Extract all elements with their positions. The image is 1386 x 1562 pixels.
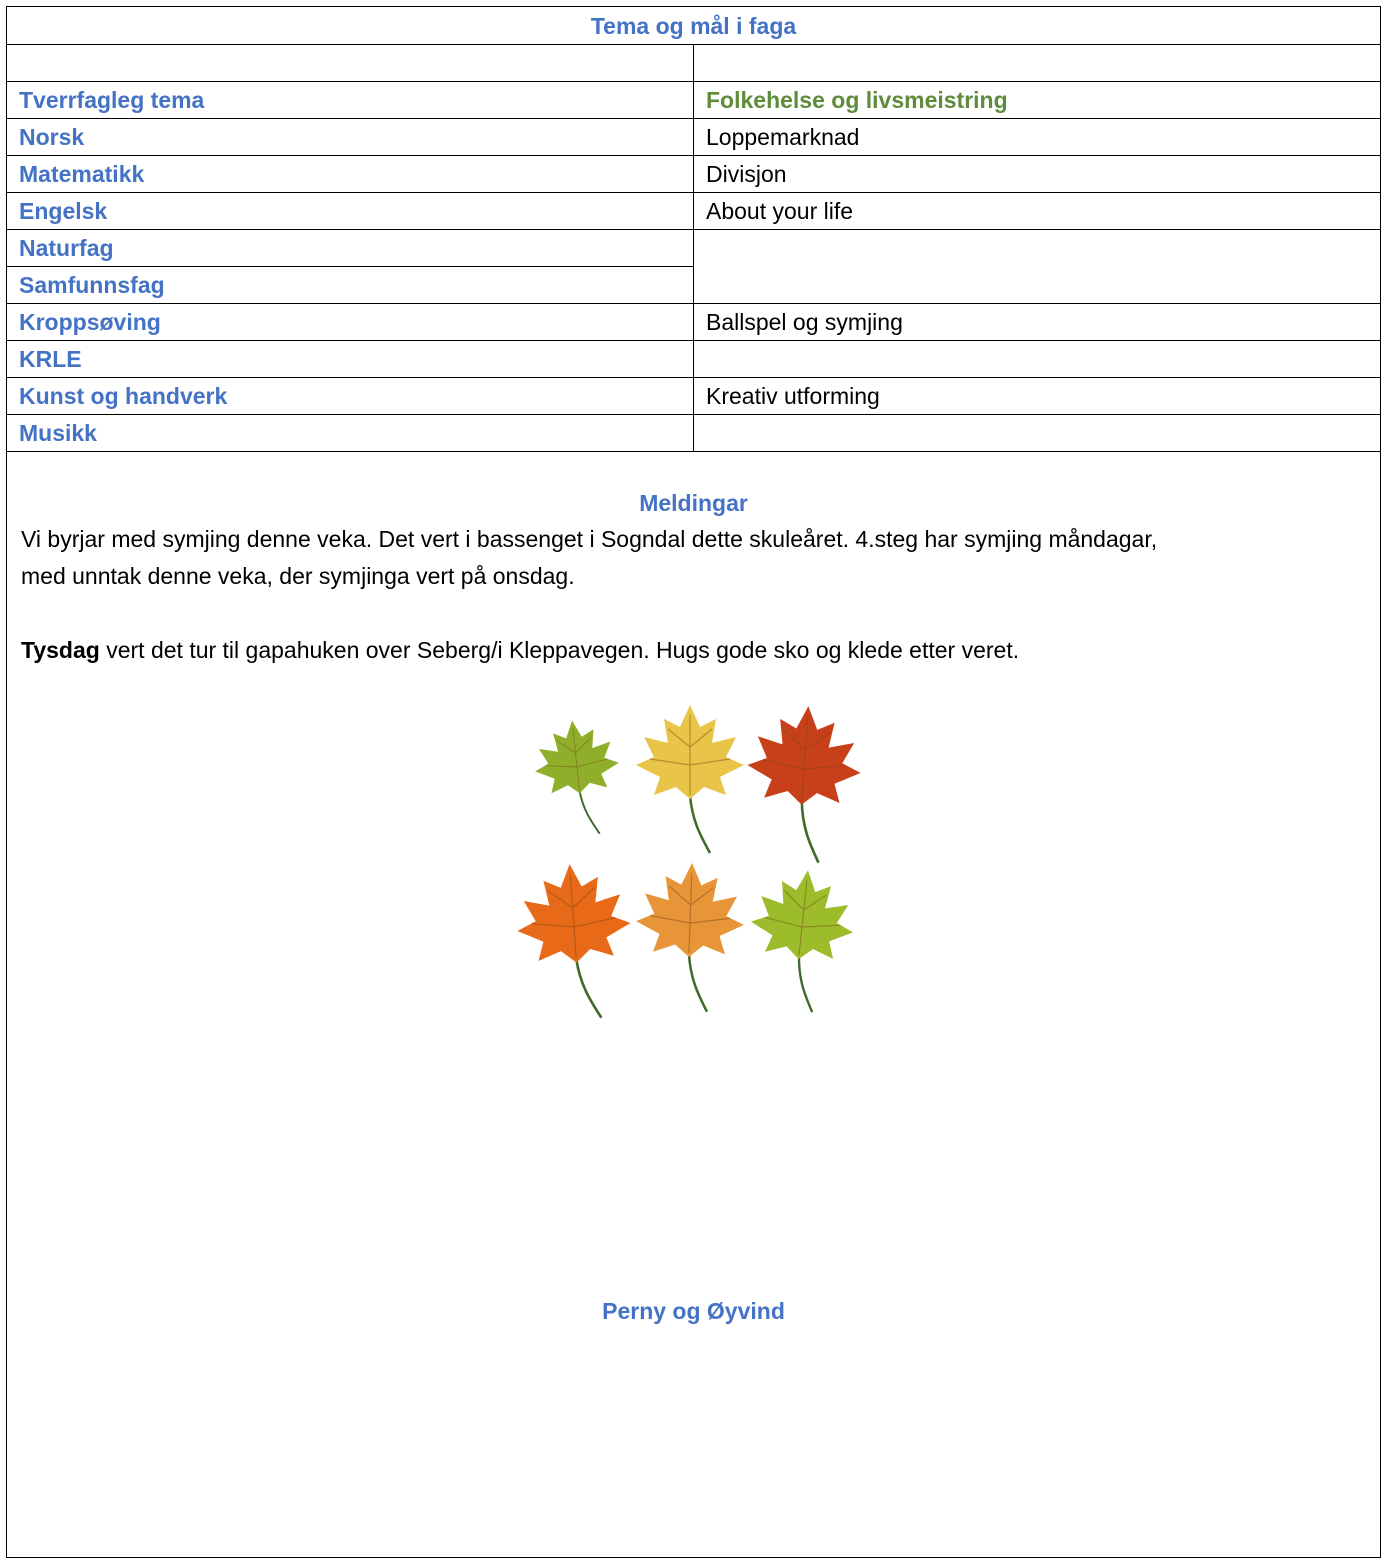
- leaf-1: [530, 716, 622, 835]
- leaf-6: [747, 864, 859, 1013]
- leaf-5: [634, 861, 747, 1013]
- subject-krle: KRLE: [7, 340, 694, 378]
- table-title: Tema og mål i faga: [7, 7, 1380, 45]
- goal-matematikk: Divisjon: [693, 155, 1380, 193]
- subject-matematikk: Matematikk: [7, 155, 694, 193]
- message-trip-text: vert det tur til gapahuken over Seberg/i…: [99, 637, 1020, 663]
- leaf-4: [513, 860, 634, 1019]
- subject-kroppsoving: Kroppsøving: [7, 303, 694, 341]
- subject-goals-table: Tema og mål i faga Tverrfagleg tema Folk…: [7, 7, 1380, 452]
- signature: Perny og Øyvind: [602, 1298, 785, 1324]
- messages-section: Meldingar Vi byrjar med symjing denne ve…: [7, 485, 1380, 669]
- goal-norsk: Loppemarknad: [693, 118, 1380, 156]
- autumn-leaves-icon: [513, 705, 865, 1019]
- theme-value: Folkehelse og livsmeistring: [693, 81, 1380, 119]
- subject-musikk: Musikk: [7, 414, 694, 452]
- leaf-3: [744, 705, 865, 864]
- empty-cell: [693, 44, 1380, 82]
- subject-naturfag: Naturfag: [7, 229, 694, 267]
- weekly-plan-sheet: Tema og mål i faga Tverrfagleg tema Folk…: [6, 6, 1381, 1558]
- message-paragraph-2: Tysdag vert det tur til gapahuken over S…: [7, 632, 1380, 669]
- goal-kunst-og-handverk: Kreativ utforming: [693, 377, 1380, 415]
- empty-cell: [7, 44, 694, 82]
- message-paragraph-1: Vi byrjar med symjing denne veka. Det ve…: [7, 521, 1380, 595]
- goal-naturfag-samfunnsfag: [693, 229, 1380, 304]
- goal-krle: [693, 340, 1380, 378]
- message-line-2: med unntak denne veka, der symjinga vert…: [21, 563, 575, 589]
- message-day: Tysdag: [21, 637, 100, 663]
- subject-norsk: Norsk: [7, 118, 694, 156]
- leaf-2: [636, 705, 744, 854]
- goal-engelsk: About your life: [693, 192, 1380, 230]
- theme-label: Tverrfagleg tema: [7, 81, 694, 119]
- subject-samfunnsfag: Samfunnsfag: [7, 266, 694, 304]
- goal-kroppsoving: Ballspel og symjing: [693, 303, 1380, 341]
- messages-heading: Meldingar: [639, 490, 748, 516]
- subject-kunst-og-handverk: Kunst og handverk: [7, 377, 694, 415]
- message-line-1: Vi byrjar med symjing denne veka. Det ve…: [21, 526, 1158, 552]
- subject-engelsk: Engelsk: [7, 192, 694, 230]
- leaf-group: [513, 705, 865, 1019]
- goal-musikk: [693, 414, 1380, 452]
